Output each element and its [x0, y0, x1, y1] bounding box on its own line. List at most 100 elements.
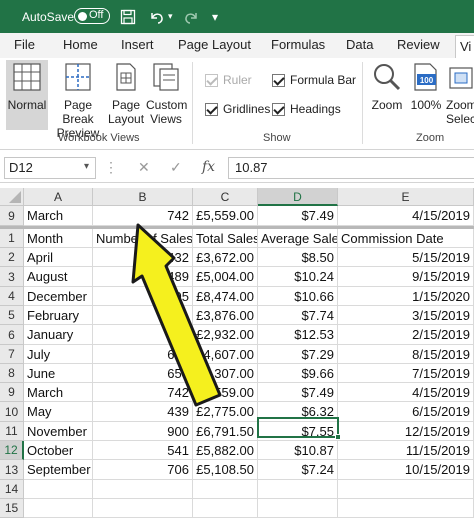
cell[interactable]	[24, 480, 93, 499]
cell[interactable]: June	[24, 364, 93, 383]
cell[interactable]	[338, 480, 474, 499]
column-header-d[interactable]: D	[258, 188, 338, 206]
cell[interactable]: 6/15/2019	[338, 402, 474, 422]
autosave-toggle[interactable]: Off	[74, 8, 110, 24]
cell[interactable]: $10.87	[258, 441, 338, 460]
cell[interactable]	[193, 480, 258, 499]
cell[interactable]: 4/15/2019	[338, 383, 474, 402]
row-header[interactable]: 15	[0, 499, 24, 518]
tab-file[interactable]: File	[14, 37, 35, 52]
customize-toolbar-icon[interactable]: ▾	[212, 0, 218, 33]
cell[interactable]: £5,882.00	[193, 441, 258, 460]
cell[interactable]: 742	[93, 206, 193, 226]
cell[interactable]: August	[24, 267, 93, 287]
row-header[interactable]: 11	[0, 422, 24, 441]
row-header[interactable]: 5	[0, 306, 24, 325]
cell[interactable]: $7.49	[258, 383, 338, 402]
cell[interactable]	[258, 480, 338, 499]
tab-page-layout[interactable]: Page Layout	[178, 37, 251, 52]
name-box[interactable]: D12	[4, 157, 96, 179]
save-icon[interactable]	[120, 0, 136, 33]
cell[interactable]: $10.66	[258, 287, 338, 306]
name-box-dropdown-icon[interactable]: ▾	[84, 161, 89, 172]
tab-formulas[interactable]: Formulas	[271, 37, 325, 52]
tab-view[interactable]: Vi	[455, 35, 474, 58]
cell[interactable]: 706	[93, 460, 193, 480]
cell[interactable]	[193, 499, 258, 518]
redo-icon[interactable]	[184, 0, 200, 33]
cell[interactable]: 1/15/2020	[338, 287, 474, 306]
cell[interactable]	[338, 499, 474, 518]
cell[interactable]: 7/15/2019	[338, 364, 474, 383]
cell[interactable]: £2,775.00	[193, 402, 258, 422]
row-header[interactable]: 9	[0, 206, 24, 226]
cell[interactable]: 439	[93, 402, 193, 422]
row-header[interactable]: 13	[0, 460, 24, 480]
cell[interactable]: May	[24, 402, 93, 422]
row-header[interactable]: 12	[0, 441, 24, 460]
row-header[interactable]: 7	[0, 345, 24, 364]
row-header[interactable]: 8	[0, 364, 24, 383]
ruler-checkbox[interactable]: Ruler	[205, 73, 252, 87]
undo-icon[interactable]	[148, 0, 166, 33]
cell[interactable]: £6,307.00	[193, 364, 258, 383]
cell[interactable]: $10.24	[258, 267, 338, 287]
cell[interactable]: 4/15/2019	[338, 206, 474, 226]
tab-home[interactable]: Home	[63, 37, 98, 52]
cell[interactable]: 795	[93, 287, 193, 306]
zoom-100-button[interactable]: 100 100%	[408, 60, 444, 112]
cell[interactable]: £2,932.00	[193, 325, 258, 345]
cell[interactable]: July	[24, 345, 93, 364]
cell[interactable]: £3,876.00	[193, 306, 258, 325]
cell[interactable]: Total Sales	[193, 229, 258, 248]
row-header[interactable]: 4	[0, 287, 24, 306]
cell[interactable]	[93, 499, 193, 518]
cell[interactable]: 10/15/2019	[338, 460, 474, 480]
cell[interactable]: January	[24, 325, 93, 345]
cell[interactable]: October	[24, 441, 93, 460]
cell[interactable]: £6,791.50	[193, 422, 258, 441]
fill-handle[interactable]	[335, 434, 341, 440]
cell[interactable]: 12/15/2019	[338, 422, 474, 441]
normal-view-button[interactable]: Normal	[6, 60, 48, 130]
cell[interactable]: $8.50	[258, 248, 338, 267]
cell[interactable]: February	[24, 306, 93, 325]
zoom-to-selection-button[interactable]: Zoom Select	[446, 60, 474, 126]
cell[interactable]: 3/15/2019	[338, 306, 474, 325]
cell[interactable]: £5,004.00	[193, 267, 258, 287]
cell[interactable]: $9.66	[258, 364, 338, 383]
cell[interactable]: 9/15/2019	[338, 267, 474, 287]
cell[interactable]: September	[24, 460, 93, 480]
cell[interactable]: $7.74	[258, 306, 338, 325]
select-all-corner[interactable]	[0, 188, 24, 206]
cell[interactable]: 432	[93, 248, 193, 267]
cell[interactable]: 632	[93, 345, 193, 364]
tab-review[interactable]: Review	[397, 37, 440, 52]
cell[interactable]: Commission Date	[338, 229, 474, 248]
undo-dropdown-icon[interactable]: ▾	[168, 0, 173, 33]
cell[interactable]: 8/15/2019	[338, 345, 474, 364]
cell[interactable]: March	[24, 383, 93, 402]
cell[interactable]: 742	[93, 383, 193, 402]
cell[interactable]	[24, 499, 93, 518]
custom-views-button[interactable]: Custom Views	[146, 60, 187, 126]
row-header[interactable]: 2	[0, 248, 24, 267]
row-header[interactable]: 10	[0, 402, 24, 422]
cell[interactable]: £5,108.50	[193, 460, 258, 480]
row-header[interactable]: 6	[0, 325, 24, 345]
row-header[interactable]: 3	[0, 267, 24, 287]
cell[interactable]: Average Sale	[258, 229, 338, 248]
cell[interactable]: 489	[93, 267, 193, 287]
gridlines-checkbox[interactable]: Gridlines	[205, 102, 270, 116]
cell[interactable]: £8,474.00	[193, 287, 258, 306]
cell[interactable]: 234	[93, 325, 193, 345]
cancel-icon[interactable]: ✕	[138, 159, 150, 176]
cell[interactable]: 900	[93, 422, 193, 441]
cell[interactable]: $7.49	[258, 206, 338, 226]
cell[interactable]: $12.53	[258, 325, 338, 345]
page-break-preview-button[interactable]: Page Break Preview	[50, 60, 106, 140]
column-header-a[interactable]: A	[24, 188, 93, 206]
cell[interactable]: December	[24, 287, 93, 306]
cell[interactable]: £4,607.00	[193, 345, 258, 364]
column-header-e[interactable]: E	[338, 188, 474, 206]
